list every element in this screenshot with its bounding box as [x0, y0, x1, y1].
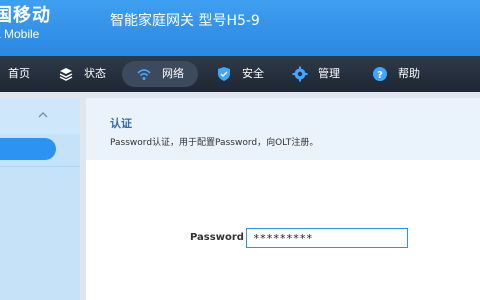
gear-icon: [292, 66, 308, 82]
help-icon: ?: [372, 66, 388, 82]
section-title: 认证: [110, 117, 132, 130]
nav-item-label: 首页: [8, 67, 30, 80]
nav-item-security[interactable]: 安全: [216, 61, 264, 87]
nav-item-management[interactable]: 管理: [292, 61, 340, 87]
nav-item-label: 帮助: [398, 67, 420, 80]
nav-item-network[interactable]: 网络: [122, 61, 198, 87]
sidebar-divider: [0, 166, 80, 167]
brand-name-cn: 国移动: [0, 5, 51, 26]
nav-item-home[interactable]: 首页: [8, 61, 30, 87]
svg-text:?: ?: [377, 70, 383, 81]
password-label: Password: [190, 232, 244, 243]
nav-item-label: 网络: [162, 67, 184, 80]
main-nav: 首页 状态 网络 安全 管理 ? 帮助: [0, 56, 480, 92]
sidebar-item-selected[interactable]: [0, 138, 56, 160]
main-content: 认证 Password认证，用于配置Password，向OLT注册。 Passw…: [86, 98, 480, 300]
sidebar-group-header[interactable]: [0, 98, 80, 134]
nav-item-label: 管理: [318, 67, 340, 80]
nav-item-label: 状态: [84, 67, 106, 80]
shield-icon: [216, 66, 232, 82]
header-bar: 国移动 a Mobile 智能家庭网关 型号H5-9: [0, 0, 480, 56]
brand-logo: 国移动 a Mobile: [0, 0, 74, 56]
section-description: Password认证，用于配置Password，向OLT注册。: [110, 138, 319, 148]
sidebar: [0, 98, 80, 300]
password-input[interactable]: [246, 228, 408, 248]
chevron-up-icon: [38, 112, 48, 118]
gateway-title: 智能家庭网关 型号H5-9: [110, 13, 260, 29]
nav-item-help[interactable]: ? 帮助: [372, 61, 420, 87]
nav-item-status[interactable]: 状态: [58, 61, 106, 87]
info-panel: 认证 Password认证，用于配置Password，向OLT注册。: [86, 98, 480, 160]
wifi-icon: [136, 66, 152, 82]
nav-item-label: 安全: [242, 67, 264, 80]
brand-name-en: a Mobile: [0, 27, 40, 41]
layers-icon: [58, 66, 74, 82]
